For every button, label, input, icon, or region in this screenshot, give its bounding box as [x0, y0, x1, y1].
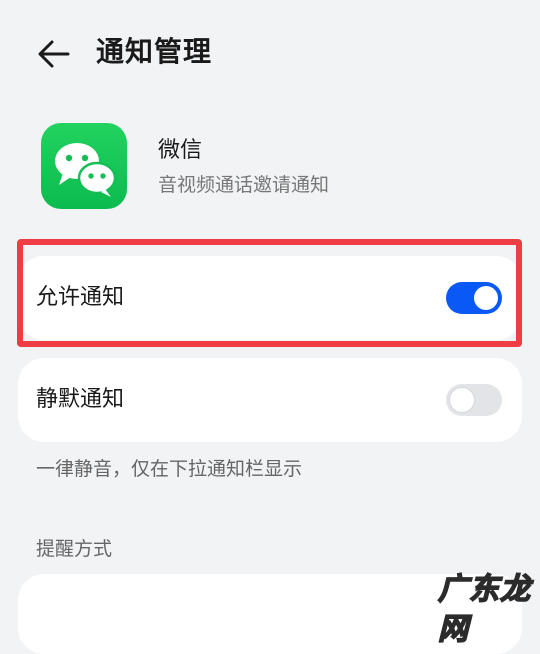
toggle-knob	[450, 388, 474, 412]
wechat-icon	[41, 123, 127, 209]
silent-hint: 一律静音，仅在下拉通知栏显示	[36, 458, 303, 480]
watermark: 广东龙网	[432, 566, 540, 648]
app-info: 微信 音视频通话邀请通知	[0, 118, 540, 213]
reminder-section-title: 提醒方式	[36, 538, 113, 560]
watermark-text: 广东龙网	[437, 571, 531, 648]
back-button[interactable]	[34, 34, 74, 74]
silent-notifications-toggle[interactable]	[446, 384, 502, 416]
header: 通知管理	[0, 0, 540, 105]
app-description: 音视频通话邀请通知	[158, 174, 330, 196]
page-title: 通知管理	[96, 35, 213, 68]
highlight-annotation	[17, 239, 522, 347]
arrow-left-icon	[38, 40, 70, 68]
app-name: 微信	[158, 138, 203, 163]
silent-notifications-row[interactable]: 静默通知	[18, 358, 522, 442]
silent-notifications-label: 静默通知	[36, 387, 125, 412]
